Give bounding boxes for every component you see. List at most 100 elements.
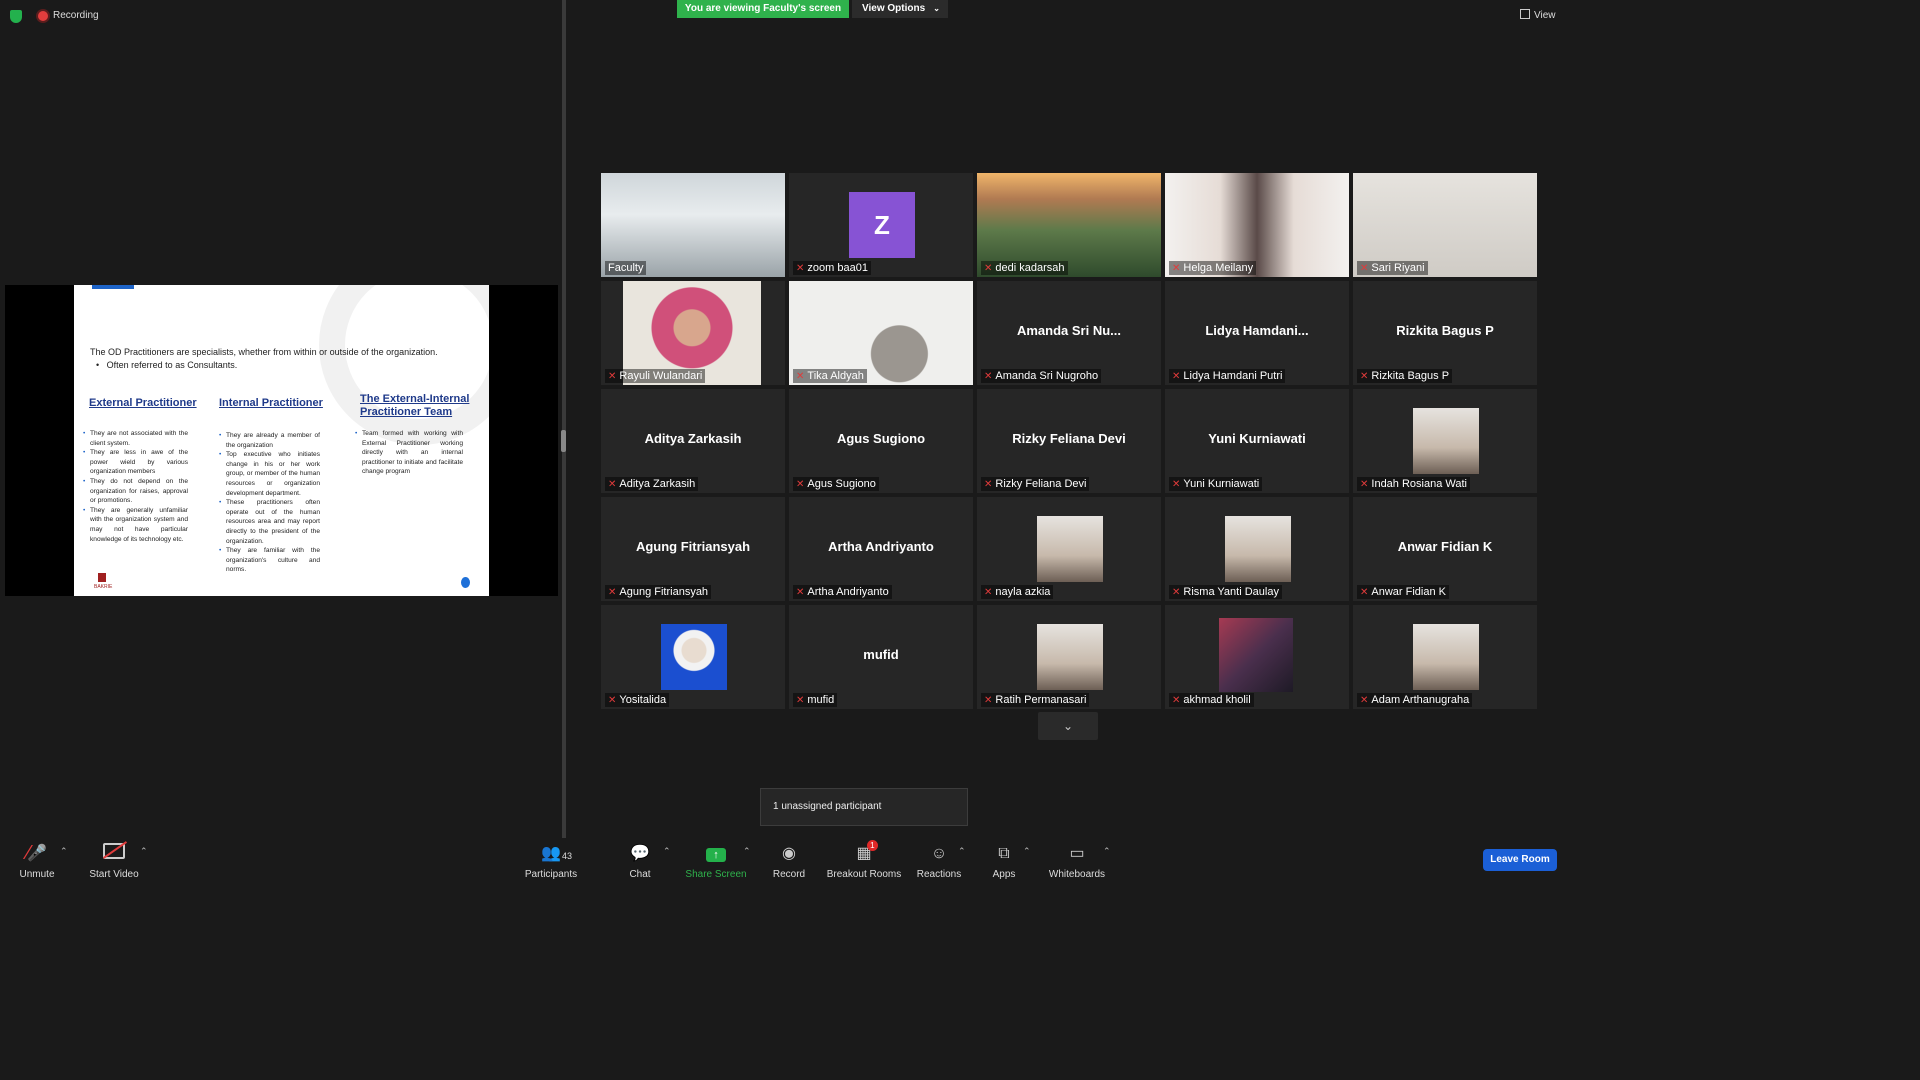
video-off-icon (86, 841, 142, 865)
participant-name-label: ✕ Tika Aldyah (793, 369, 867, 383)
slide-accent-bar (92, 285, 134, 289)
view-options-button[interactable]: View Options ⌄ (852, 0, 948, 18)
participant-name: Artha Andriyanto (807, 586, 889, 598)
microphone-muted-icon: ✕ (1172, 263, 1181, 274)
whiteboards-button[interactable]: ▭ Whiteboards (1046, 843, 1108, 880)
participant-video (1037, 516, 1103, 582)
list-item: Top executive who initiates change in hi… (219, 450, 320, 498)
participant-tile[interactable]: Rizkita Bagus P ✕ Rizkita Bagus P (1353, 281, 1537, 385)
list-item: They are generally unfamiliar with the o… (83, 506, 188, 544)
microphone-muted-icon: ✕ (984, 479, 993, 490)
participant-display-name: Yuni Kurniawati (1208, 431, 1306, 446)
participant-tile[interactable]: Yuni Kurniawati ✕ Yuni Kurniawati (1165, 389, 1349, 493)
share-screen-button[interactable]: ↑ Share Screen (684, 843, 748, 880)
participant-tile[interactable]: mufid ✕ mufid (789, 605, 973, 709)
participant-tile[interactable]: ✕ Yositalida (601, 605, 785, 709)
list-item: They are not associated with the client … (83, 429, 188, 448)
microphone-muted-icon: ✕ (608, 479, 617, 490)
audio-options-caret[interactable]: ⌃ (60, 846, 68, 857)
participant-tile[interactable]: Amanda Sri Nu... ✕ Amanda Sri Nugroho (977, 281, 1161, 385)
participant-tile[interactable]: ✕ Adam Arthanugraha (1353, 605, 1537, 709)
microphone-muted-icon: ✕ (984, 263, 993, 274)
participant-tile[interactable]: Artha Andriyanto ✕ Artha Andriyanto (789, 497, 973, 601)
participant-tile[interactable]: Rizky Feliana Devi ✕ Rizky Feliana Devi (977, 389, 1161, 493)
microphone-muted-icon: ✕ (1360, 479, 1369, 490)
participant-tile[interactable]: ✕ akhmad kholil (1165, 605, 1349, 709)
chat-options-caret[interactable]: ⌃ (663, 846, 671, 857)
apps-options-caret[interactable]: ⌃ (1023, 846, 1031, 857)
microphone-muted-icon: ✕ (984, 371, 993, 382)
view-button[interactable]: View (1520, 9, 1556, 21)
participant-video (1413, 624, 1479, 690)
internal-practitioner-list: They are already a member of the organiz… (219, 431, 320, 575)
participant-tile[interactable]: Faculty (601, 173, 785, 277)
recording-label: Recording (53, 10, 99, 21)
participant-tile[interactable]: ✕ Risma Yanti Daulay (1165, 497, 1349, 601)
security-shield-icon[interactable] (10, 10, 22, 23)
participant-name: Ratih Permanasari (995, 694, 1087, 706)
apps-label: Apps (992, 869, 1016, 880)
participants-button[interactable]: 👥 43 Participants (522, 843, 580, 880)
reactions-options-caret[interactable]: ⌃ (958, 846, 966, 857)
list-item: Team formed with working with External P… (355, 429, 463, 477)
participant-name: Sari Riyani (1371, 262, 1425, 274)
participant-tile[interactable]: ✕ Indah Rosiana Wati (1353, 389, 1537, 493)
recording-icon (38, 11, 48, 21)
participant-name-label: ✕ Rizky Feliana Devi (981, 477, 1090, 491)
next-page-button[interactable]: ⌄ (1038, 712, 1098, 740)
list-item: They are less in awe of the power wield … (83, 448, 188, 477)
divider-drag-handle[interactable] (561, 430, 566, 452)
chat-button[interactable]: 💬 Chat (622, 843, 658, 880)
breakout-rooms-icon: ▦ 1 (856, 840, 878, 865)
unmute-button[interactable]: 🎤 ⁄ Unmute (12, 843, 62, 880)
participant-tile[interactable]: Agus Sugiono ✕ Agus Sugiono (789, 389, 973, 493)
participant-name-label: ✕ Helga Meilany (1169, 261, 1257, 275)
external-practitioner-list: They are not associated with the client … (83, 429, 188, 544)
participant-tile[interactable]: Agung Fitriansyah ✕ Agung Fitriansyah (601, 497, 785, 601)
record-label: Record (772, 869, 806, 880)
slide-blue-dot (461, 577, 470, 588)
start-video-button[interactable]: Start Video (86, 841, 142, 880)
participant-name: akhmad kholil (1183, 694, 1251, 706)
participant-name-label: ✕ Risma Yanti Daulay (1169, 585, 1282, 599)
participant-tile[interactable]: ✕ Rayuli Wulandari (601, 281, 785, 385)
unassigned-participant-tooltip: 1 unassigned participant (760, 788, 968, 826)
participant-name: Rizky Feliana Devi (995, 478, 1087, 490)
list-item: They do not depend on the organization f… (83, 477, 188, 506)
microphone-muted-icon: ✕ (796, 371, 805, 382)
participant-name-label: ✕ mufid (793, 693, 838, 707)
slide-decorative-arc (319, 285, 489, 445)
participant-tile[interactable]: Anwar Fidian K ✕ Anwar Fidian K (1353, 497, 1537, 601)
split-divider[interactable] (562, 0, 566, 838)
participant-video (661, 624, 727, 690)
participant-name: dedi kadarsah (995, 262, 1065, 274)
participant-video (1413, 408, 1479, 474)
apps-button[interactable]: ⧉ Apps (986, 843, 1022, 880)
whiteboards-options-caret[interactable]: ⌃ (1103, 846, 1111, 857)
record-button[interactable]: ◉ Record (770, 843, 808, 880)
participant-tile[interactable]: ✕ Tika Aldyah (789, 281, 973, 385)
leave-room-button[interactable]: Leave Room (1483, 849, 1557, 871)
avatar: Z (849, 192, 915, 258)
participant-tile[interactable]: ✕ dedi kadarsah (977, 173, 1161, 277)
participant-tile[interactable]: Lidya Hamdani... ✕ Lidya Hamdani Putri (1165, 281, 1349, 385)
participant-display-name: Artha Andriyanto (828, 539, 934, 554)
share-screen-label: Share Screen (685, 869, 747, 880)
participant-name: nayla azkia (995, 586, 1051, 598)
breakout-rooms-button[interactable]: ▦ 1 Breakout Rooms (826, 840, 902, 880)
chevron-down-icon: ⌄ (933, 4, 940, 13)
video-options-caret[interactable]: ⌃ (140, 846, 148, 857)
participant-tile[interactable]: ✕ Ratih Permanasari (977, 605, 1161, 709)
breakout-badge: 1 (867, 840, 878, 851)
apps-icon: ⧉ (998, 845, 1010, 862)
list-item: They are already a member of the organiz… (219, 431, 320, 450)
reactions-button[interactable]: ☺ Reactions (914, 843, 964, 880)
participant-display-name: Amanda Sri Nu... (1016, 323, 1122, 338)
participant-tile[interactable]: Z ✕ zoom baa01 (789, 173, 973, 277)
participant-tile[interactable]: ✕ Sari Riyani (1353, 173, 1537, 277)
view-options-label: View Options (862, 3, 926, 14)
participant-tile[interactable]: ✕ Helga Meilany (1165, 173, 1349, 277)
participant-tile[interactable]: Aditya Zarkasih ✕ Aditya Zarkasih (601, 389, 785, 493)
participant-tile[interactable]: ✕ nayla azkia (977, 497, 1161, 601)
share-options-caret[interactable]: ⌃ (743, 846, 751, 857)
